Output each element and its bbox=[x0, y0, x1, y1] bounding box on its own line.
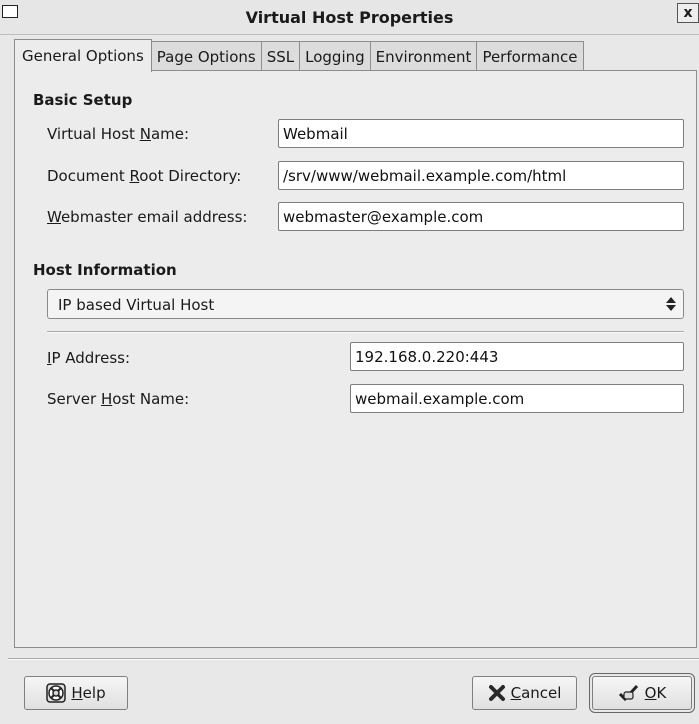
server-host-name-label: Server Host Name: bbox=[47, 390, 190, 408]
help-button[interactable]: Help bbox=[24, 676, 128, 710]
webmaster-email-input[interactable] bbox=[278, 202, 684, 231]
ip-address-input[interactable] bbox=[350, 342, 684, 371]
cancel-button-label: Cancel bbox=[510, 684, 562, 702]
tab-bar: General Options Page Options SSL Logging… bbox=[14, 38, 584, 72]
close-icon[interactable]: x bbox=[677, 3, 699, 23]
window-title: Virtual Host Properties bbox=[245, 8, 454, 27]
host-type-select[interactable]: IP based Virtual Host bbox=[47, 289, 684, 319]
help-button-label: Help bbox=[71, 684, 106, 702]
lifebuoy-icon bbox=[46, 683, 67, 703]
tab-logging[interactable]: Logging bbox=[300, 41, 371, 71]
doc-root-input[interactable] bbox=[278, 161, 684, 190]
title-bar: Virtual Host Properties x bbox=[0, 0, 699, 35]
tab-page-options[interactable]: Page Options bbox=[151, 41, 262, 71]
ip-address-label: IP Address: bbox=[47, 349, 131, 367]
host-type-value: IP based Virtual Host bbox=[58, 296, 215, 314]
checkmark-hand-icon bbox=[618, 684, 638, 702]
tab-performance[interactable]: Performance bbox=[477, 41, 584, 71]
vhost-name-label: Virtual Host Name: bbox=[47, 125, 190, 143]
button-separator bbox=[8, 658, 699, 660]
tab-ssl[interactable]: SSL bbox=[261, 41, 301, 71]
cancel-button[interactable]: Cancel bbox=[472, 676, 577, 710]
ok-button-label: OK bbox=[644, 684, 667, 702]
webmaster-email-label: Webmaster email address: bbox=[47, 208, 248, 226]
vhost-name-input[interactable] bbox=[278, 119, 684, 148]
host-information-heading: Host Information bbox=[33, 261, 177, 279]
doc-root-label: Document Root Directory: bbox=[47, 167, 242, 185]
tab-general-options[interactable]: General Options bbox=[14, 39, 152, 72]
cross-icon bbox=[488, 685, 505, 701]
updown-arrows-icon bbox=[666, 297, 676, 311]
tab-environment[interactable]: Environment bbox=[370, 41, 478, 71]
general-options-panel: Basic Setup Virtual Host Name: Document … bbox=[14, 70, 697, 648]
host-type-divider bbox=[47, 331, 684, 333]
basic-setup-heading: Basic Setup bbox=[33, 91, 133, 109]
ok-button[interactable]: OK bbox=[589, 673, 695, 713]
server-host-name-input[interactable] bbox=[350, 384, 684, 413]
